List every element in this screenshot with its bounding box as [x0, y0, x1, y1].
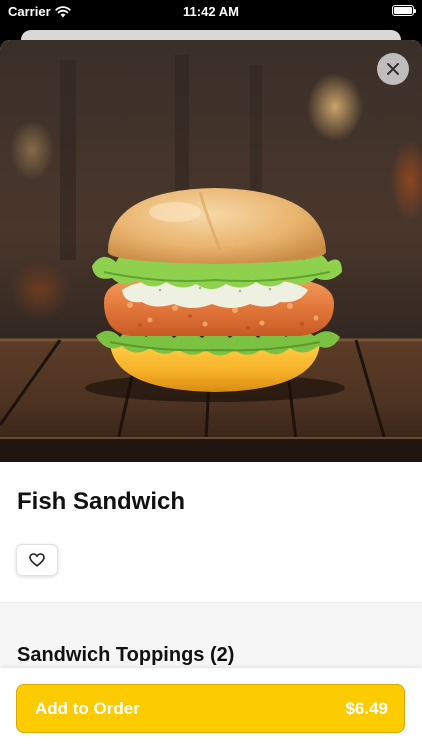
close-icon	[387, 63, 399, 75]
app-screen: Carrier 11:42 AM Fish Sandwich Sandwich …	[0, 0, 422, 750]
status-bar: Carrier 11:42 AM	[0, 0, 422, 24]
bottom-action-bar: Add to Order $6.49	[0, 668, 422, 750]
order-price: $6.49	[345, 698, 388, 718]
add-to-order-button[interactable]: Add to Order $6.49	[16, 684, 405, 733]
status-time: 11:42 AM	[183, 4, 239, 19]
close-button[interactable]	[377, 53, 409, 85]
battery-level	[394, 7, 412, 14]
product-detail-sheet: Fish Sandwich Sandwich Toppings (2) Add …	[0, 40, 422, 750]
add-to-order-label: Add to Order	[35, 698, 140, 718]
battery-icon	[392, 5, 416, 16]
heart-icon	[29, 553, 45, 567]
product-title: Fish Sandwich	[17, 488, 186, 515]
favorite-button[interactable]	[16, 544, 58, 576]
toppings-section-title: Sandwich Toppings (2)	[17, 644, 235, 666]
product-image	[0, 40, 422, 462]
